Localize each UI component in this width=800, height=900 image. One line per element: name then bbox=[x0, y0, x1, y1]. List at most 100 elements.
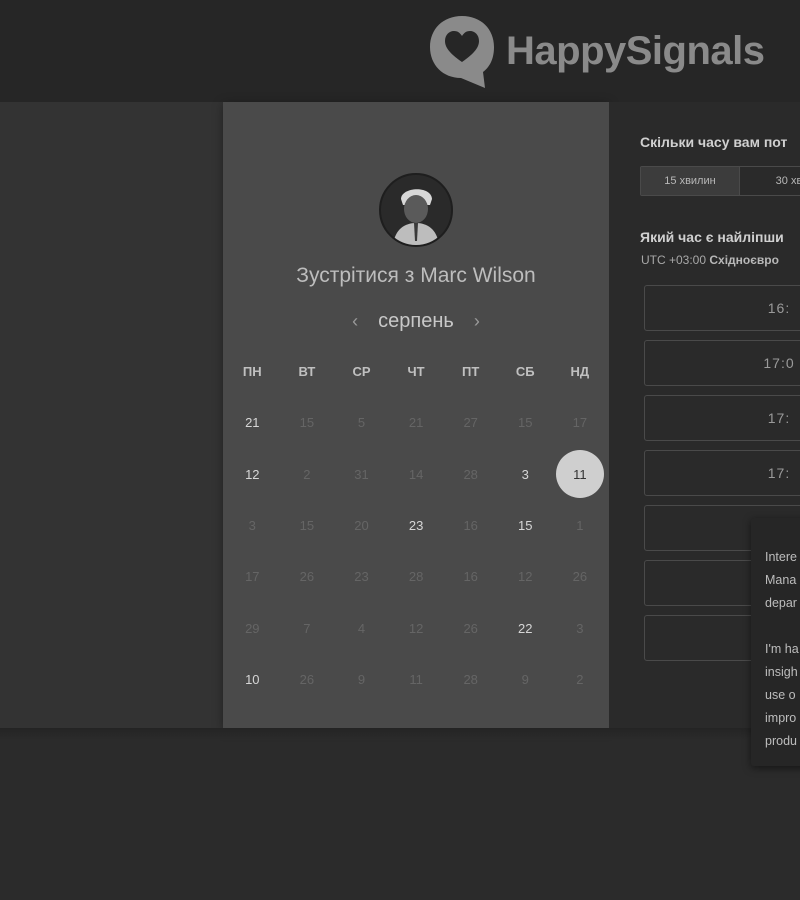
timezone-name: Східноєвро bbox=[709, 253, 779, 267]
calendar-day-selected[interactable]: 11 bbox=[553, 448, 608, 499]
day-number: 26 bbox=[299, 672, 315, 688]
day-number: 12 bbox=[518, 569, 533, 585]
day-number: 16 bbox=[463, 517, 478, 533]
calendar-day[interactable]: 12 bbox=[225, 448, 280, 499]
next-month-icon[interactable]: › bbox=[474, 311, 480, 332]
calendar-day[interactable]: 23 bbox=[389, 500, 444, 551]
calendar-day: 26 bbox=[553, 551, 608, 602]
day-number: 10 bbox=[245, 672, 260, 688]
day-number: 15 bbox=[518, 415, 533, 431]
day-number: 23 bbox=[354, 569, 369, 585]
calendar-day: 28 bbox=[443, 448, 498, 499]
brand-name: HappySignals bbox=[506, 29, 765, 73]
calendar-day[interactable]: 21 bbox=[225, 397, 280, 448]
popup-line: produ bbox=[765, 734, 797, 748]
day-number: 14 bbox=[408, 466, 424, 482]
calendar-day: 26 bbox=[443, 603, 498, 654]
month-navigation: ‹ серпень › bbox=[223, 308, 609, 334]
calendar-day: 31 bbox=[334, 448, 389, 499]
day-number: 26 bbox=[572, 569, 588, 585]
calendar-day: 3 bbox=[553, 603, 608, 654]
calendar-day: 27 bbox=[443, 397, 498, 448]
day-number: 23 bbox=[408, 517, 424, 533]
weekday-label: СБ bbox=[515, 364, 535, 379]
day-number: 17 bbox=[572, 415, 588, 431]
calendar-day[interactable]: 15 bbox=[498, 500, 553, 551]
day-number: 28 bbox=[463, 672, 478, 688]
calendar-day[interactable]: 10 bbox=[225, 654, 280, 705]
time-question: Який час є найліпши bbox=[640, 229, 784, 245]
calendar-day[interactable]: 3 bbox=[498, 448, 553, 499]
calendar-day: 16 bbox=[443, 551, 498, 602]
popup-line: depar bbox=[765, 596, 797, 610]
host-avatar bbox=[379, 173, 453, 247]
weekday-label: ПТ bbox=[462, 364, 480, 379]
calendar-day: 5 bbox=[334, 397, 389, 448]
time-slot-label: 17: bbox=[767, 465, 791, 481]
calendar-day: 26 bbox=[280, 654, 335, 705]
day-number: 15 bbox=[299, 517, 315, 533]
calendar-day: 21 bbox=[389, 397, 444, 448]
timezone-offset: UTC +03:00 bbox=[641, 253, 710, 267]
day-number: 1 bbox=[576, 517, 584, 533]
calendar-day: 12 bbox=[498, 551, 553, 602]
calendar-day: 17 bbox=[225, 551, 280, 602]
day-number: 26 bbox=[463, 620, 478, 636]
calendar-day: 28 bbox=[443, 654, 498, 705]
day-number: 7 bbox=[303, 620, 311, 636]
time-slot-button[interactable]: 17:0 bbox=[644, 340, 800, 386]
duration-option[interactable]: 15 хвилин bbox=[641, 167, 740, 195]
day-number: 2 bbox=[576, 672, 584, 688]
calendar-day: 15 bbox=[280, 397, 335, 448]
day-number: 12 bbox=[245, 466, 260, 482]
popup-line: use o bbox=[765, 688, 796, 702]
popup-text: Intere Mana depar I'm ha insigh use o impro pr… bbox=[765, 546, 800, 753]
month-label: серпень bbox=[378, 309, 454, 332]
time-slot-label: 17: bbox=[767, 410, 791, 426]
day-number: 21 bbox=[245, 415, 260, 431]
page-shadow bbox=[0, 728, 800, 740]
day-number: 3 bbox=[248, 517, 256, 533]
popup-line bbox=[765, 615, 800, 638]
info-popup: Intere Mana depar I'm ha insigh use o impro pr… bbox=[751, 518, 800, 766]
popup-line: impro bbox=[765, 711, 797, 725]
day-number: 31 bbox=[354, 466, 369, 482]
calendar-day: 7 bbox=[280, 603, 335, 654]
weekday-label: ПН bbox=[242, 364, 262, 379]
weekday-label: ВТ bbox=[298, 364, 316, 379]
top-bar: HappySignals bbox=[0, 0, 800, 102]
calendar-day: 12 bbox=[389, 603, 444, 654]
calendar-day: 15 bbox=[280, 500, 335, 551]
day-number: 9 bbox=[357, 672, 366, 688]
calendar-day: 20 bbox=[334, 500, 389, 551]
calendar-card: Зустрітися з Marc Wilson ‹ серпень › ПН В… bbox=[223, 102, 609, 728]
time-slot-button[interactable]: 17: bbox=[644, 395, 800, 441]
calendar-day[interactable]: 22 bbox=[498, 603, 553, 654]
duration-question: Скільки часу вам пот bbox=[640, 134, 788, 150]
time-slot-button[interactable]: 17: bbox=[644, 450, 800, 496]
calendar-day: 9 bbox=[334, 654, 389, 705]
heart-speech-bubble-icon bbox=[430, 16, 494, 88]
calendar-day: 1 bbox=[553, 500, 608, 551]
calendar-day: 28 bbox=[389, 551, 444, 602]
time-slot-button[interactable]: 16: bbox=[644, 285, 800, 331]
popup-line: Mana bbox=[765, 573, 797, 587]
timezone-label[interactable]: UTC +03:00 Східноєвро bbox=[641, 253, 779, 267]
weekday-header: ПН ВТ СР ЧТ ПТ СБ НД bbox=[225, 364, 609, 379]
calendar-day: 11 bbox=[389, 654, 444, 705]
weekday-label: ЧТ bbox=[407, 364, 425, 379]
day-grid: 21 15 5 21 27 15 17 12 2 31 14 28 3 11 3 15 20 23 16 15 1 17 2… bbox=[225, 397, 609, 705]
calendar-day: 16 bbox=[443, 500, 498, 551]
day-number: 16 bbox=[463, 569, 478, 585]
previous-month-icon[interactable]: ‹ bbox=[352, 311, 358, 332]
meet-prefix: Зустрітися з bbox=[296, 264, 421, 287]
popup-line: I'm ha bbox=[765, 642, 799, 656]
day-number: 15 bbox=[299, 415, 315, 431]
day-number: 2 bbox=[303, 466, 311, 482]
calendar-day: 14 bbox=[389, 448, 444, 499]
calendar-day: 9 bbox=[498, 654, 553, 705]
duration-option[interactable]: 30 хв bbox=[740, 167, 800, 195]
day-number: 5 bbox=[357, 415, 366, 431]
calendar-day: 15 bbox=[498, 397, 553, 448]
day-number: 4 bbox=[357, 620, 366, 636]
